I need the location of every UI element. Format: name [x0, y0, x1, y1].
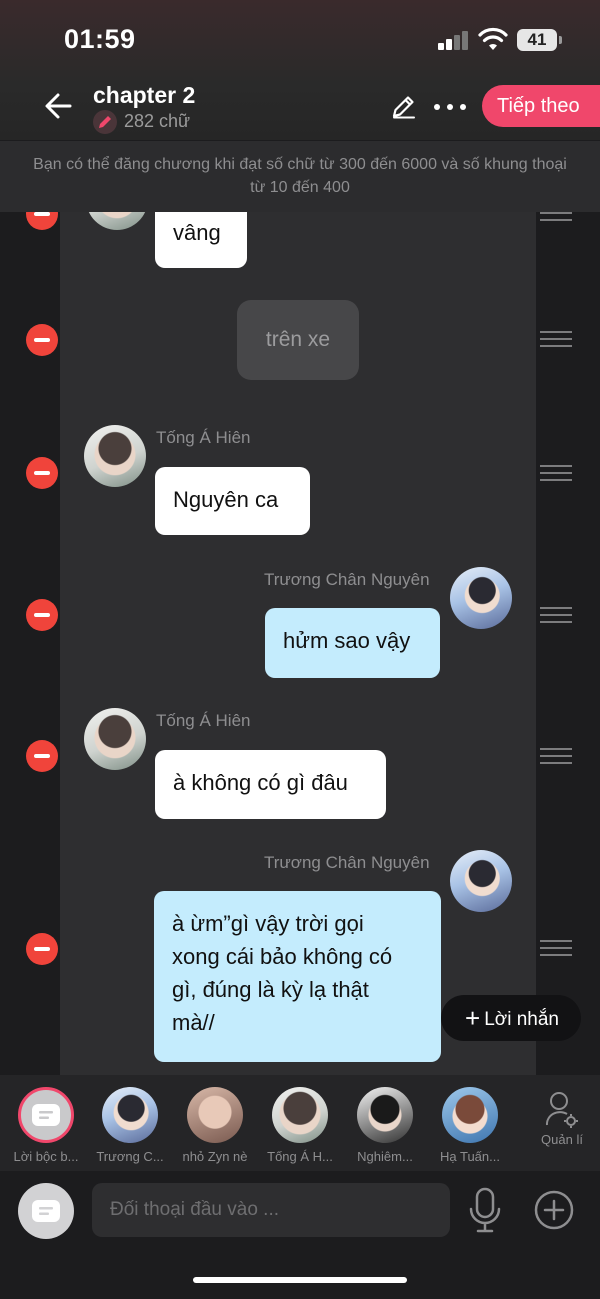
- delete-message-button[interactable]: [26, 740, 58, 772]
- next-button[interactable]: Tiếp theo: [482, 85, 600, 127]
- top-bar: 01:59 41 chapter 2 282 chữ Tiếp theo: [0, 0, 600, 140]
- narration-icon: [32, 1200, 60, 1222]
- message-text-line: xong cái bảo không có: [172, 944, 393, 969]
- character-item[interactable]: nhỏ Zyn nè: [179, 1087, 251, 1164]
- message-text-line: à ừm”gì vậy trời gọi: [172, 911, 364, 936]
- edit-icon[interactable]: [390, 92, 418, 120]
- avatar[interactable]: [450, 850, 512, 912]
- character-item[interactable]: Trương C...: [94, 1087, 166, 1164]
- character-label: Hạ Tuấn...: [440, 1149, 500, 1164]
- avatar[interactable]: [84, 708, 146, 770]
- delete-message-button[interactable]: [26, 324, 58, 356]
- speaker-name: Trương Chân Nguyên: [264, 570, 430, 589]
- plus-icon: +: [465, 1003, 481, 1033]
- add-icon[interactable]: [533, 1189, 575, 1231]
- avatar: [187, 1087, 243, 1143]
- character-selector: Lời bộc b... Trương C... nhỏ Zyn nè Tống…: [0, 1075, 600, 1171]
- delete-message-button[interactable]: [26, 457, 58, 489]
- back-arrow-icon[interactable]: [40, 86, 80, 126]
- dialogue-input[interactable]: Đối thoại đầu vào ...: [92, 1183, 450, 1237]
- message-text-line: gì, đúng là kỳ lạ thật: [172, 977, 369, 1002]
- message-text-line: mà//: [172, 1010, 215, 1035]
- delete-message-button[interactable]: [26, 212, 58, 230]
- home-indicator: [193, 1277, 407, 1283]
- more-options-icon[interactable]: [434, 102, 468, 112]
- signal-icon: [438, 30, 470, 50]
- battery-icon: 41: [517, 29, 562, 51]
- message-bubble[interactable]: vâng: [155, 212, 247, 268]
- message-bubble[interactable]: à không có gì đâu: [155, 750, 386, 819]
- add-message-button[interactable]: + Lời nhắn: [441, 995, 581, 1041]
- character-label: Lời bộc b...: [13, 1149, 79, 1164]
- drag-handle-icon[interactable]: [540, 212, 572, 223]
- speaker-name: Trương Chân Nguyên: [264, 853, 430, 872]
- delete-message-button[interactable]: [26, 933, 58, 965]
- manage-users-icon: [545, 1092, 578, 1128]
- manage-characters-button[interactable]: Quản lí: [536, 1089, 588, 1147]
- character-item[interactable]: Hạ Tuấn...: [434, 1087, 506, 1164]
- message-text: vâng: [173, 220, 221, 245]
- speaker-name: Tống Á Hiên: [156, 711, 251, 730]
- delete-message-button[interactable]: [26, 599, 58, 631]
- avatar: [357, 1087, 413, 1143]
- message-text: hửm sao vậy: [283, 628, 411, 653]
- avatar[interactable]: [450, 567, 512, 629]
- character-label: Nghiêm...: [357, 1149, 413, 1164]
- drag-handle-icon[interactable]: [540, 748, 572, 766]
- message-bubble[interactable]: hửm sao vậy: [265, 608, 440, 678]
- avatar[interactable]: [84, 425, 146, 487]
- message-bubble[interactable]: Nguyên ca: [155, 467, 310, 535]
- microphone-icon[interactable]: [466, 1187, 504, 1233]
- manage-label: Quản lí: [541, 1132, 583, 1147]
- character-item[interactable]: Nghiêm...: [349, 1087, 421, 1164]
- add-message-label: Lời nhắn: [484, 1009, 559, 1030]
- drag-handle-icon[interactable]: [540, 331, 572, 349]
- message-bubble[interactable]: à ừm”gì vậy trời gọi xong cái bảo không …: [154, 891, 441, 1062]
- wifi-icon: [478, 27, 508, 50]
- avatar: [102, 1087, 158, 1143]
- narration-icon: [18, 1087, 74, 1143]
- character-label: Trương C...: [96, 1149, 164, 1164]
- message-text: à không có gì đâu: [173, 770, 348, 795]
- status-time: 01:59: [64, 24, 136, 54]
- speaker-name: Tống Á Hiên: [156, 428, 251, 447]
- character-label: Tống Á H...: [267, 1149, 333, 1164]
- message-text: Nguyên ca: [173, 487, 279, 512]
- pencil-icon: [93, 110, 117, 134]
- chat-area[interactable]: vâng trên xe Tống Á Hiên Nguyên ca Trươn…: [0, 212, 600, 1075]
- drag-handle-icon[interactable]: [540, 607, 572, 625]
- avatar: [442, 1087, 498, 1143]
- avatar: [272, 1087, 328, 1143]
- word-limit-notice: Bạn có thể đăng chương khi đạt số chữ từ…: [0, 141, 600, 212]
- character-narration[interactable]: Lời bộc b...: [10, 1087, 82, 1164]
- drag-handle-icon[interactable]: [540, 940, 572, 958]
- narration-bubble[interactable]: trên xe: [237, 300, 359, 380]
- narration-toggle-button[interactable]: [18, 1183, 74, 1239]
- drag-handle-icon[interactable]: [540, 465, 572, 483]
- chapter-title[interactable]: chapter 2: [93, 82, 195, 109]
- character-label: nhỏ Zyn nè: [182, 1149, 248, 1164]
- word-count: 282 chữ: [124, 111, 191, 131]
- character-item[interactable]: Tống Á H...: [264, 1087, 336, 1164]
